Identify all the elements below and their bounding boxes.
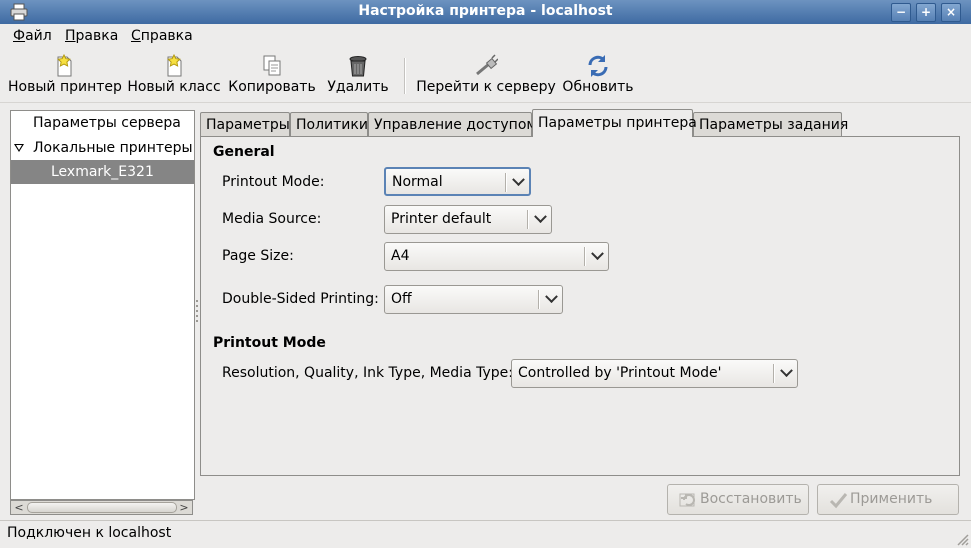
chevron-down-icon (534, 210, 547, 224)
title-bar: Настройка принтера - localhost − + × (0, 0, 971, 25)
printer-options-panel: General Printout Mode: Normal Media Sour… (200, 136, 960, 476)
status-bar: Подключен к localhost (0, 520, 971, 548)
menu-help[interactable]: Справка (131, 28, 193, 44)
window-title: Настройка принтера - localhost (358, 3, 613, 19)
apply-label: Применить (850, 491, 933, 507)
tab-job-options[interactable]: Параметры задания (693, 112, 848, 136)
chevron-down-icon (780, 364, 793, 378)
new-class-icon (167, 54, 182, 77)
printout-mode-combo[interactable]: Normal (384, 167, 531, 196)
media-source-label: Media Source: (222, 211, 322, 227)
tree-item-local-printers[interactable]: Локальные принтеры (11, 136, 194, 160)
section-title-printout-mode: Printout Mode (213, 335, 326, 351)
tab-access-control[interactable]: Управление доступом (368, 112, 537, 136)
tab-parameters[interactable]: Параметры (200, 112, 290, 136)
maximize-button[interactable]: + (916, 3, 936, 22)
goto-server-button[interactable]: Перейти к серверу (414, 52, 558, 100)
revert-icon (679, 493, 695, 507)
trash-icon (349, 56, 367, 77)
page-size-label: Page Size: (222, 248, 294, 264)
resize-grip-icon[interactable] (955, 532, 969, 546)
delete-button[interactable]: Удалить (324, 52, 392, 100)
section-title-general: General (213, 144, 275, 160)
new-printer-icon (57, 54, 72, 77)
tree-horizontal-scrollbar[interactable]: < > (10, 500, 193, 515)
close-button[interactable]: × (941, 3, 961, 22)
refresh-button[interactable]: Обновить (562, 52, 634, 100)
combo-value: Controlled by 'Printout Mode' (518, 365, 722, 381)
goto-server-label: Перейти к серверу (416, 79, 556, 95)
toolbar-separator (404, 58, 406, 94)
checkmark-icon (829, 493, 848, 509)
menu-bar: Файл Правка Справка (0, 24, 971, 48)
scroll-thumb[interactable] (27, 502, 177, 513)
scroll-left-icon[interactable]: < (12, 501, 26, 514)
duplex-label: Double-Sided Printing: (222, 291, 379, 307)
tree-item-label: Локальные принтеры (33, 140, 193, 156)
refresh-label: Обновить (562, 79, 634, 95)
minimize-button[interactable]: − (891, 3, 911, 22)
new-printer-label: Новый принтер (8, 79, 122, 95)
tab-policies[interactable]: Политики (290, 112, 368, 136)
resolution-label: Resolution, Quality, Ink Type, Media Typ… (222, 365, 513, 381)
pane-resize-handle[interactable] (195, 300, 199, 324)
printout-mode-label: Printout Mode: (222, 174, 325, 190)
new-class-label: Новый класс (127, 79, 221, 95)
tree-item-server-settings[interactable]: Параметры сервера (11, 111, 194, 135)
chevron-down-icon (512, 173, 525, 187)
combo-value: A4 (391, 248, 410, 264)
combo-value: Normal (392, 174, 443, 190)
connect-icon (476, 54, 498, 76)
expander-down-icon[interactable] (14, 144, 24, 152)
tab-printer-options[interactable]: Параметры принтера (532, 109, 697, 137)
new-printer-button[interactable]: Новый принтер (8, 52, 122, 100)
copy-button[interactable]: Копировать (228, 52, 316, 100)
copy-icon (263, 55, 281, 76)
revert-button[interactable]: Восстановить (667, 484, 809, 515)
refresh-icon (588, 55, 608, 77)
page-size-combo[interactable]: A4 (384, 242, 609, 271)
chevron-down-icon (545, 290, 558, 304)
apply-button[interactable]: Применить (817, 484, 959, 515)
duplex-combo[interactable]: Off (384, 285, 563, 314)
combo-value: Off (391, 291, 412, 307)
combo-value: Printer default (391, 211, 492, 227)
tree-item-lexmark[interactable]: Lexmark_E321 (11, 160, 194, 184)
scroll-right-icon[interactable]: > (177, 501, 191, 514)
tree-item-label: Lexmark_E321 (51, 164, 154, 180)
delete-label: Удалить (327, 79, 389, 95)
printer-tree: Параметры сервера Локальные принтеры Lex… (10, 110, 195, 500)
toolbar: Новый принтер Новый класс Копировать Уда… (0, 48, 971, 103)
status-text: Подключен к localhost (7, 525, 172, 541)
menu-edit[interactable]: Правка (65, 28, 118, 44)
new-class-button[interactable]: Новый класс (126, 52, 222, 100)
media-source-combo[interactable]: Printer default (384, 205, 552, 234)
tree-item-label: Параметры сервера (33, 115, 181, 131)
chevron-down-icon (591, 247, 604, 261)
copy-label: Копировать (228, 79, 316, 95)
revert-label: Восстановить (700, 491, 802, 507)
menu-file[interactable]: Файл (13, 28, 52, 44)
resolution-combo[interactable]: Controlled by 'Printout Mode' (511, 359, 798, 388)
